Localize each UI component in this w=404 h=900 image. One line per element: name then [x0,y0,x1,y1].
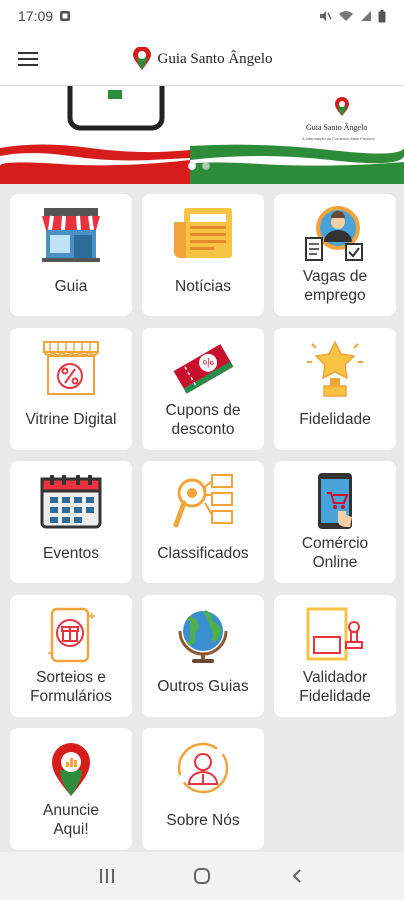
card-label: Cupons de desconto [165,401,241,438]
banner-logo-text: Guia Santo Ângelo [306,123,368,132]
logo-pin-icon [132,47,151,70]
menu-button[interactable] [0,32,56,86]
card-label: Classificados [157,544,249,562]
mobile-shopping-icon [300,469,370,533]
globe-icon [168,603,238,667]
status-bar: 17:09 [0,0,404,32]
card-label: Sobre Nós [166,811,240,829]
storefront-icon [36,202,106,266]
wifi-icon [339,11,353,21]
carousel-dot-2[interactable] [202,162,210,170]
location-pin-chart-icon [36,736,106,800]
card-label: Fidelidade [299,411,371,429]
battery-icon [378,9,386,22]
job-candidate-icon [300,202,370,266]
menu-grid: Guia Notícias Vagas de emprego Vitrine D… [0,184,404,852]
card-vagas[interactable]: Vagas de emprego [274,194,396,316]
card-fidelidade[interactable]: Fidelidade [274,327,396,450]
card-label: Comércio Online [301,535,369,572]
recent-apps-icon [100,869,115,883]
card-guia[interactable]: Guia [10,194,132,316]
back-button[interactable] [277,856,317,896]
card-classificados[interactable]: Classificados [142,461,264,584]
about-user-icon [168,736,238,800]
notification-icon [60,11,71,21]
card-label: Vagas de emprego [302,268,368,304]
coupon-ticket-icon: % [168,336,238,400]
classifieds-search-icon [168,469,238,533]
banner-logo-tagline: A Informação do Comércio Mais Próximo [302,136,375,141]
card-sobre-nos[interactable]: Sobre Nós [142,728,264,851]
home-button[interactable] [182,856,222,896]
card-validador-fidelidade[interactable]: Validador Fidelidade [274,594,396,717]
card-label: Outros Guias [157,678,249,696]
calendar-icon [36,469,106,533]
discount-shop-icon [36,336,106,400]
carousel-dots [188,162,210,170]
promo-banner[interactable]: Guia Santo Ângelo A Informação do Comérc… [0,86,404,184]
card-label: Guia [54,277,88,295]
card-label: Vitrine Digital [25,411,117,429]
carousel-dot-1[interactable] [188,162,196,170]
card-label: Validador Fidelidade [299,668,371,705]
back-icon [292,869,301,883]
card-sorteios[interactable]: Sorteios e Formulários [10,594,132,717]
card-label: Sorteios e Formulários [30,668,112,705]
card-noticias[interactable]: Notícias [142,194,264,316]
card-label: Anuncie Aqui! [42,802,99,839]
card-cupons[interactable]: % Cupons de desconto [142,327,264,450]
newspaper-icon [168,202,238,266]
card-outros-guias[interactable]: Outros Guias [142,594,264,717]
app-bar: Guia Santo Ângelo [0,32,404,86]
card-comercio-online[interactable]: Comércio Online [274,461,396,584]
hamburger-menu-icon [18,51,38,66]
home-icon [193,868,210,884]
star-trophy-icon [300,336,370,400]
status-time: 17:09 [18,8,54,24]
card-vitrine-digital[interactable]: Vitrine Digital [10,327,132,450]
app-title: Guia Santo Ângelo [157,50,273,67]
stamp-validator-icon [300,603,370,667]
recents-button[interactable] [87,856,127,896]
card-eventos[interactable]: Eventos [10,461,132,584]
mute-icon [320,11,332,21]
card-label: Eventos [42,544,99,562]
system-nav-bar [0,852,404,900]
card-label: Notícias [175,277,231,295]
card-anuncie-aqui[interactable]: Anuncie Aqui! [10,728,132,851]
gift-phone-icon [36,603,106,667]
signal-icon [361,11,371,21]
